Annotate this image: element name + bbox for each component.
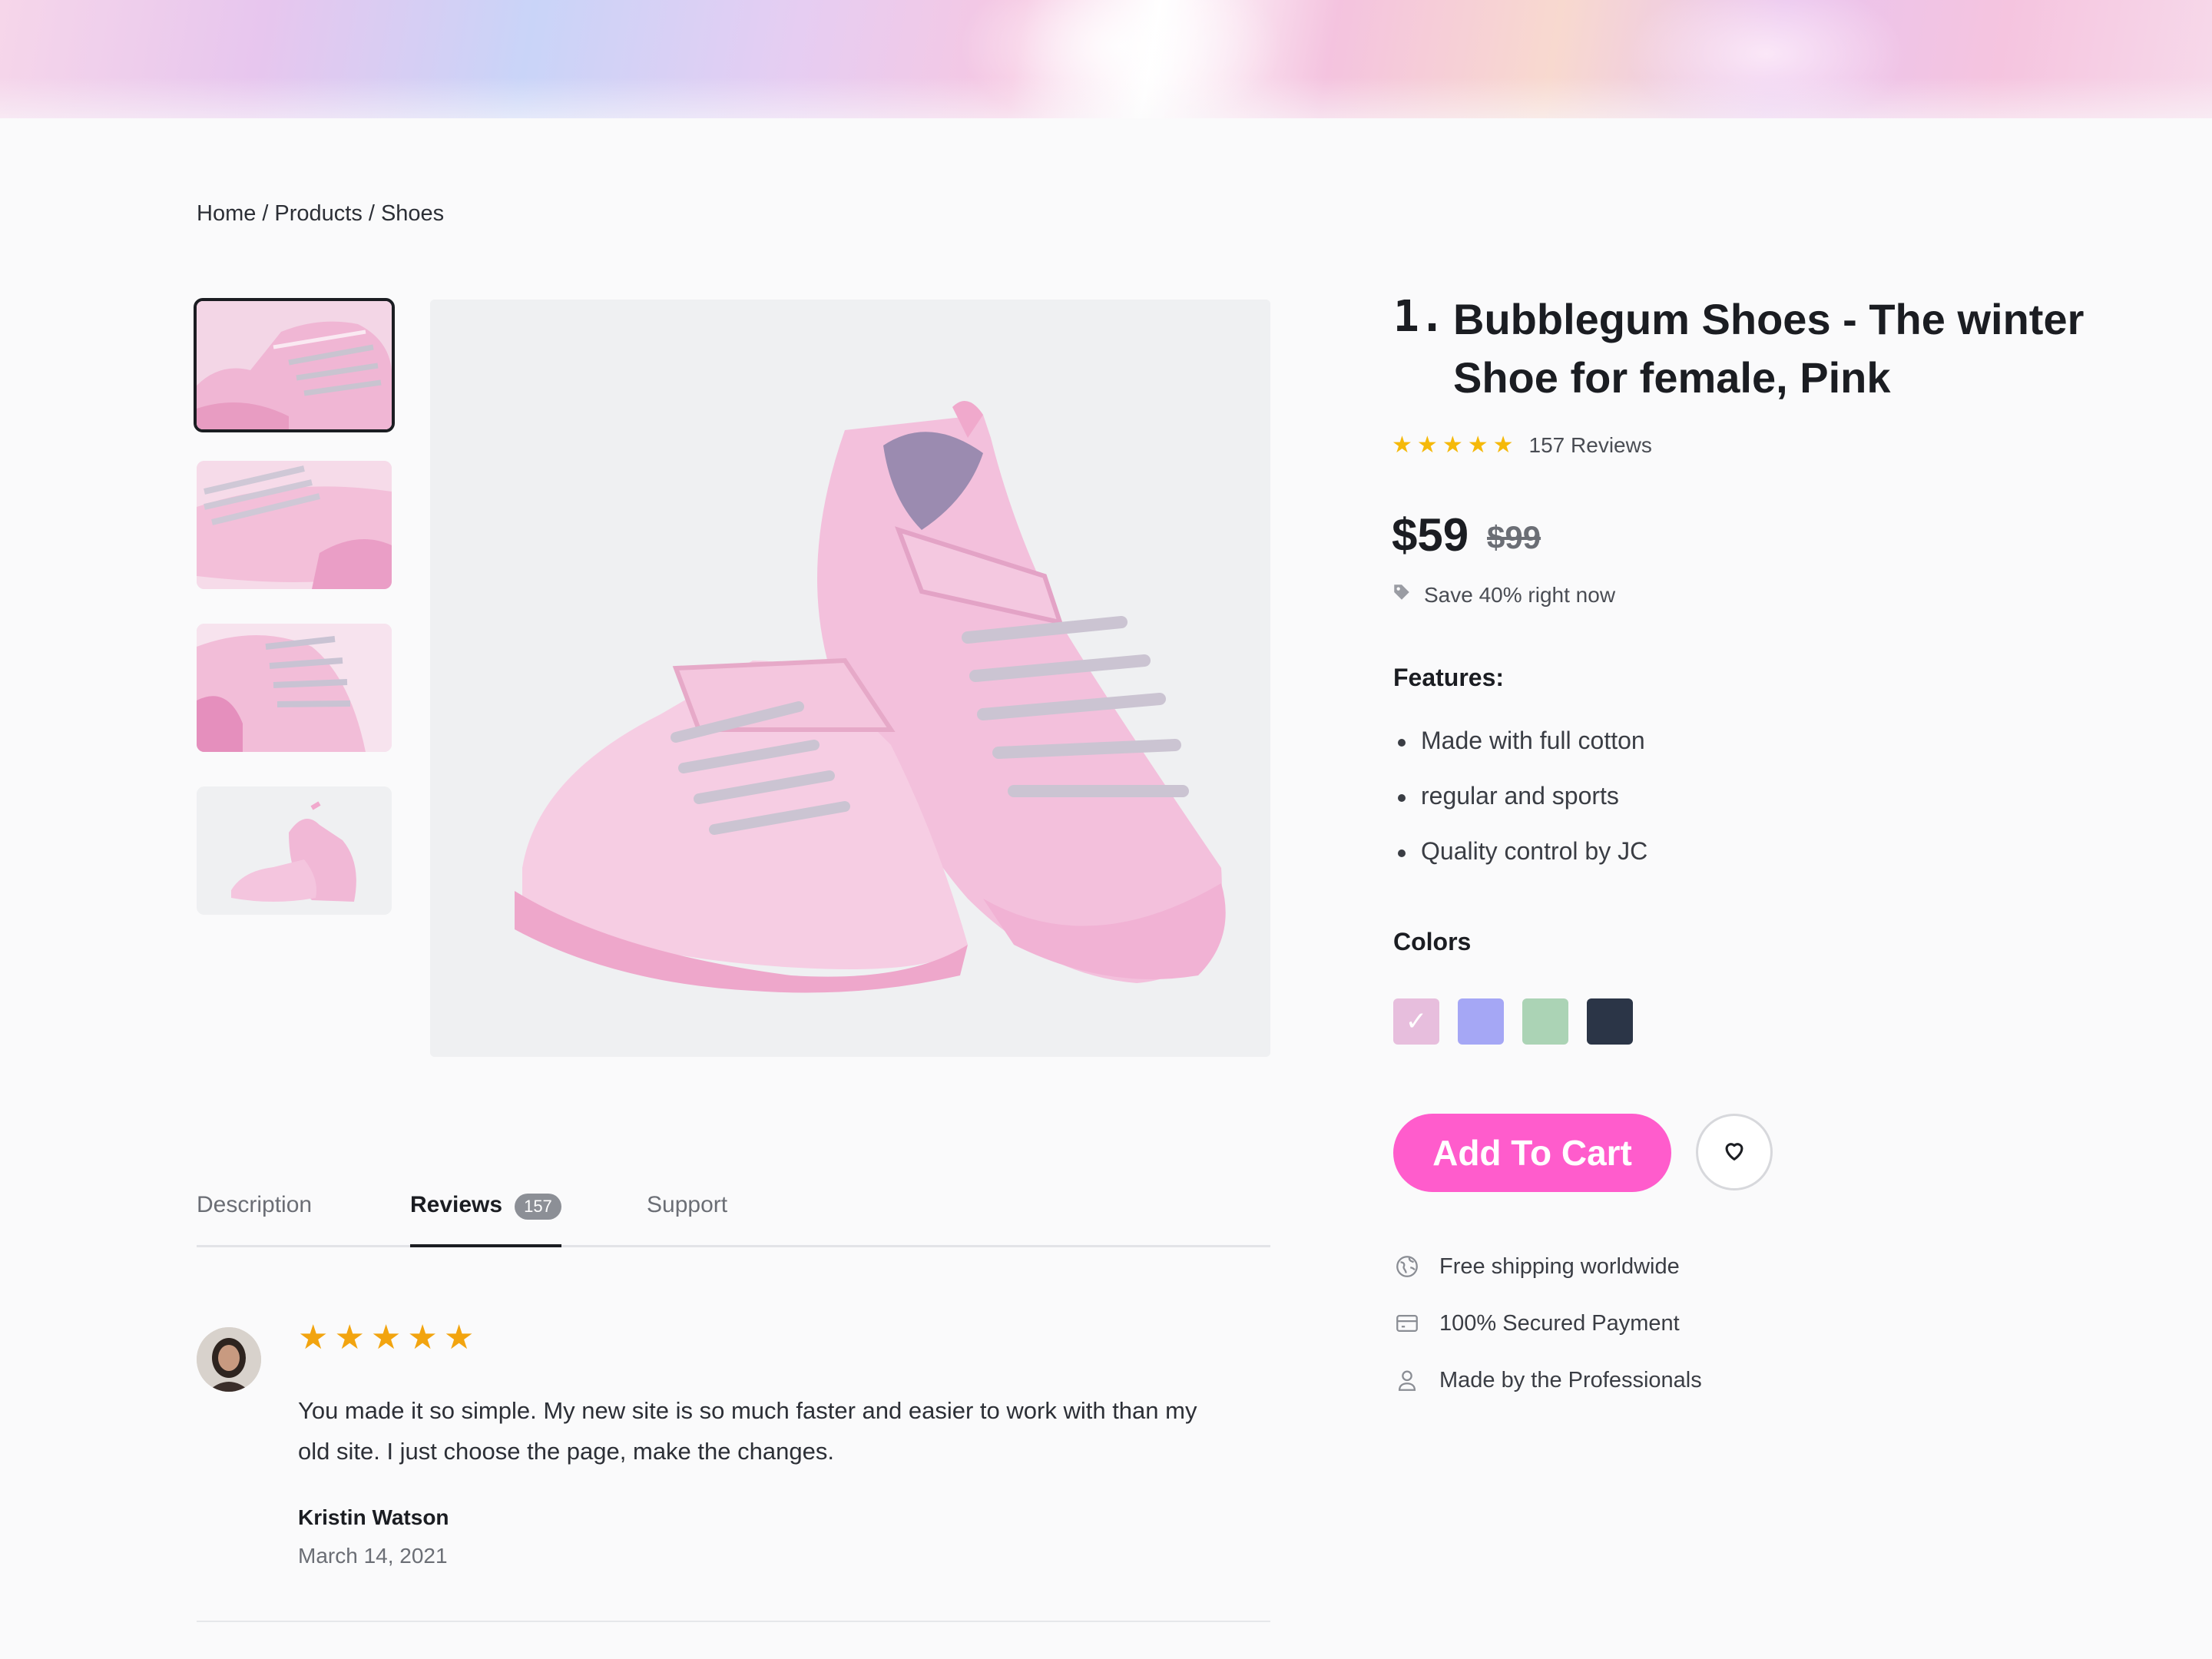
perk-payment: 100% Secured Payment xyxy=(1393,1295,1702,1352)
tab-support-label: Support xyxy=(647,1192,728,1217)
shoe-closeup-image xyxy=(197,301,392,429)
review-date: March 14, 2021 xyxy=(298,1544,448,1568)
thumbnail-2[interactable] xyxy=(197,461,392,589)
star-icon: ★ xyxy=(298,1319,329,1356)
reviewer-avatar xyxy=(197,1327,261,1392)
shoe-side-image xyxy=(197,461,392,589)
user-icon xyxy=(1393,1366,1421,1394)
checkmark-icon: ✓ xyxy=(1405,1007,1428,1036)
color-swatch-green[interactable] xyxy=(1522,998,1568,1045)
review-text: You made it so simple. My new site is so… xyxy=(298,1397,1197,1465)
globe-icon xyxy=(1393,1253,1421,1280)
wishlist-button[interactable] xyxy=(1696,1114,1773,1190)
add-to-cart-button[interactable]: Add To Cart xyxy=(1393,1114,1671,1192)
features-list: Made with full cotton regular and sports… xyxy=(1393,727,1647,892)
color-swatch-navy[interactable] xyxy=(1587,998,1633,1045)
product-rating[interactable]: ★ ★ ★ ★ ★ 157 Reviews xyxy=(1392,432,1652,459)
current-price: $59 xyxy=(1392,509,1469,561)
original-price: $99 xyxy=(1487,519,1541,555)
thumbnail-1[interactable] xyxy=(194,298,395,432)
color-swatch-lavender[interactable] xyxy=(1458,998,1504,1045)
credit-card-icon xyxy=(1393,1310,1421,1337)
perk-shipping: Free shipping worldwide xyxy=(1393,1238,1702,1295)
reviews-count-badge: 157 xyxy=(515,1194,561,1220)
color-options: ✓ xyxy=(1393,998,1633,1045)
hero-banner xyxy=(0,0,2212,118)
thumbnail-4[interactable] xyxy=(197,786,392,915)
colors-heading: Colors xyxy=(1393,928,1472,955)
reviews-link[interactable]: 157 Reviews xyxy=(1529,433,1652,458)
breadcrumb-shoes[interactable]: Shoes xyxy=(381,201,444,227)
star-icon: ★ xyxy=(1392,432,1412,458)
breadcrumb-separator: / xyxy=(262,201,269,226)
tab-description[interactable]: Description xyxy=(197,1183,312,1247)
savings-text: Save 40% right now xyxy=(1424,582,1616,607)
perk-label: 100% Secured Payment xyxy=(1439,1310,1680,1336)
tag-icon xyxy=(1392,582,1412,608)
star-icon: ★ xyxy=(1467,432,1488,458)
tab-reviews[interactable]: Reviews 157 xyxy=(410,1183,561,1247)
perk-label: Free shipping worldwide xyxy=(1439,1253,1680,1279)
shoe-pair-image xyxy=(197,786,392,915)
product-main-image xyxy=(430,300,1270,1057)
heart-icon xyxy=(1721,1137,1747,1167)
star-icon: ★ xyxy=(1492,432,1514,458)
product-title: Bubblegum Shoes - The winter Shoe for fe… xyxy=(1453,295,2085,402)
review-author: Kristin Watson xyxy=(298,1505,449,1529)
star-icon: ★ xyxy=(1416,432,1438,458)
product-number: 1. xyxy=(1393,292,1445,342)
tab-reviews-label: Reviews xyxy=(410,1192,503,1217)
review-rating: ★ ★ ★ ★ ★ xyxy=(298,1321,474,1355)
breadcrumb: Home / Products / Shoes xyxy=(197,201,444,227)
shoe-laces-image xyxy=(197,624,392,752)
features-heading: Features: xyxy=(1393,664,1505,691)
rating-stars: ★ ★ ★ ★ ★ xyxy=(1392,432,1514,459)
star-icon: ★ xyxy=(370,1319,402,1356)
feature-item: regular and sports xyxy=(1393,782,1647,837)
star-icon: ★ xyxy=(1442,432,1463,458)
perks-list: Free shipping worldwide 100% Secured Pay… xyxy=(1393,1238,1702,1409)
star-icon: ★ xyxy=(407,1319,438,1356)
savings-note: Save 40% right now xyxy=(1392,582,1615,608)
star-icon: ★ xyxy=(443,1319,475,1356)
pink-sneakers-illustration xyxy=(430,300,1270,1057)
tab-description-label: Description xyxy=(197,1192,313,1217)
color-swatch-pink[interactable]: ✓ xyxy=(1393,998,1439,1045)
tab-support[interactable]: Support xyxy=(647,1183,727,1247)
star-icon: ★ xyxy=(334,1319,365,1356)
breadcrumb-separator: / xyxy=(368,201,375,226)
review-divider xyxy=(197,1621,1270,1622)
breadcrumb-products[interactable]: Products xyxy=(274,201,362,227)
breadcrumb-home[interactable]: Home xyxy=(197,201,256,227)
product-tabs: Description Reviews 157 Support xyxy=(197,1183,1270,1247)
feature-item: Made with full cotton xyxy=(1393,727,1647,782)
feature-item: Quality control by JC xyxy=(1393,837,1647,892)
perk-label: Made by the Professionals xyxy=(1439,1367,1702,1392)
thumbnail-3[interactable] xyxy=(197,624,392,752)
perk-professionals: Made by the Professionals xyxy=(1393,1352,1702,1409)
